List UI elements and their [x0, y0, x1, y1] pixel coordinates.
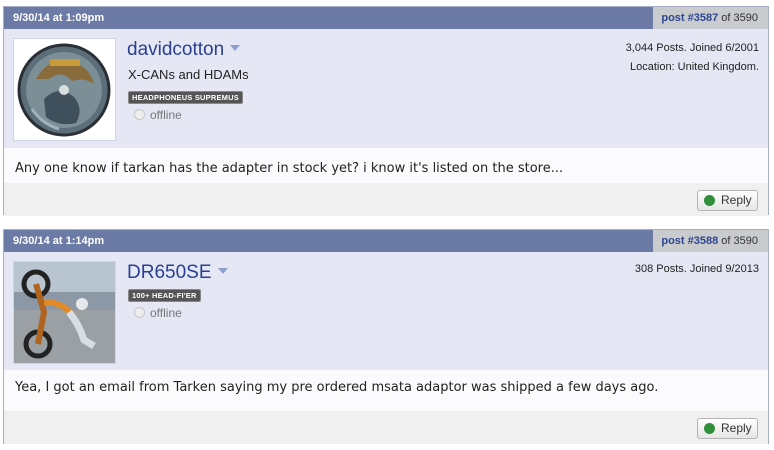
post-footer: Reply	[4, 183, 768, 216]
username[interactable]: DR650SE	[127, 262, 228, 284]
post-header: 9/30/14 at 1:14pm post #3588 of 3590	[4, 230, 768, 252]
post-footer: Reply	[4, 411, 768, 444]
status-text: offline	[150, 306, 182, 320]
reply-button[interactable]: Reply	[697, 418, 758, 439]
reply-icon	[704, 195, 715, 206]
reply-label: Reply	[721, 421, 752, 435]
avatar[interactable]	[13, 38, 116, 141]
post-count-joined: 3,044 Posts. Joined 6/2001	[625, 42, 759, 54]
avatar-image	[14, 262, 115, 363]
reply-button[interactable]: Reply	[697, 190, 758, 211]
post-total: of 3590	[721, 12, 758, 24]
status-dot-icon	[134, 307, 145, 318]
user-info: davidcotton X-CANs and HDAMs HEADPHONEUS…	[4, 29, 768, 148]
post-3588: 9/30/14 at 1:14pm post #3588 of 3590 DR6…	[3, 229, 769, 444]
post-number: post #3588 of 3590	[653, 230, 768, 252]
post-number-link[interactable]: post #3588	[661, 235, 718, 247]
message-text: Any one know if tarkan has the adapter i…	[15, 161, 564, 176]
reply-icon	[704, 423, 715, 434]
post-count-joined: 308 Posts. Joined 9/2013	[634, 263, 759, 275]
online-status: offline	[134, 306, 182, 320]
avatar-image	[14, 39, 115, 140]
avatar[interactable]	[13, 261, 116, 364]
username[interactable]: davidcotton	[127, 39, 241, 61]
message-text: Yea, I got an email from Tarken saying m…	[15, 380, 659, 395]
chevron-down-icon[interactable]	[217, 267, 228, 274]
post-message: Yea, I got an email from Tarken saying m…	[4, 370, 768, 411]
post-message: Any one know if tarkan has the adapter i…	[4, 148, 768, 183]
reply-label: Reply	[721, 193, 752, 207]
status-dot-icon	[134, 109, 145, 120]
user-meta: 308 Posts. Joined 9/2013	[635, 260, 759, 279]
username-text: DR650SE	[127, 262, 212, 283]
post-total: of 3590	[721, 235, 758, 247]
user-info: DR650SE 100+ HEAD-FI'ER offline 308 Post…	[4, 252, 768, 370]
user-meta: 3,044 Posts. Joined 6/2001 Location: Uni…	[626, 39, 759, 77]
post-number: post #3587 of 3590	[653, 7, 768, 29]
post-3587: 9/30/14 at 1:09pm post #3587 of 3590 dav…	[3, 6, 769, 216]
post-date: 9/30/14 at 1:09pm	[13, 12, 105, 24]
chevron-down-icon[interactable]	[230, 44, 241, 51]
post-date: 9/30/14 at 1:14pm	[13, 235, 105, 247]
user-location: Location: United Kingdom.	[629, 61, 759, 73]
username-text: davidcotton	[127, 39, 225, 60]
rank-badge: HEADPHONEUS SUPREMUS	[128, 91, 243, 104]
post-header: 9/30/14 at 1:09pm post #3587 of 3590	[4, 7, 768, 29]
online-status: offline	[134, 108, 182, 122]
status-text: offline	[150, 108, 182, 122]
user-title: X-CANs and HDAMs	[128, 67, 249, 82]
rank-badge: 100+ HEAD-FI'ER	[128, 289, 201, 302]
post-number-link[interactable]: post #3587	[661, 12, 718, 24]
